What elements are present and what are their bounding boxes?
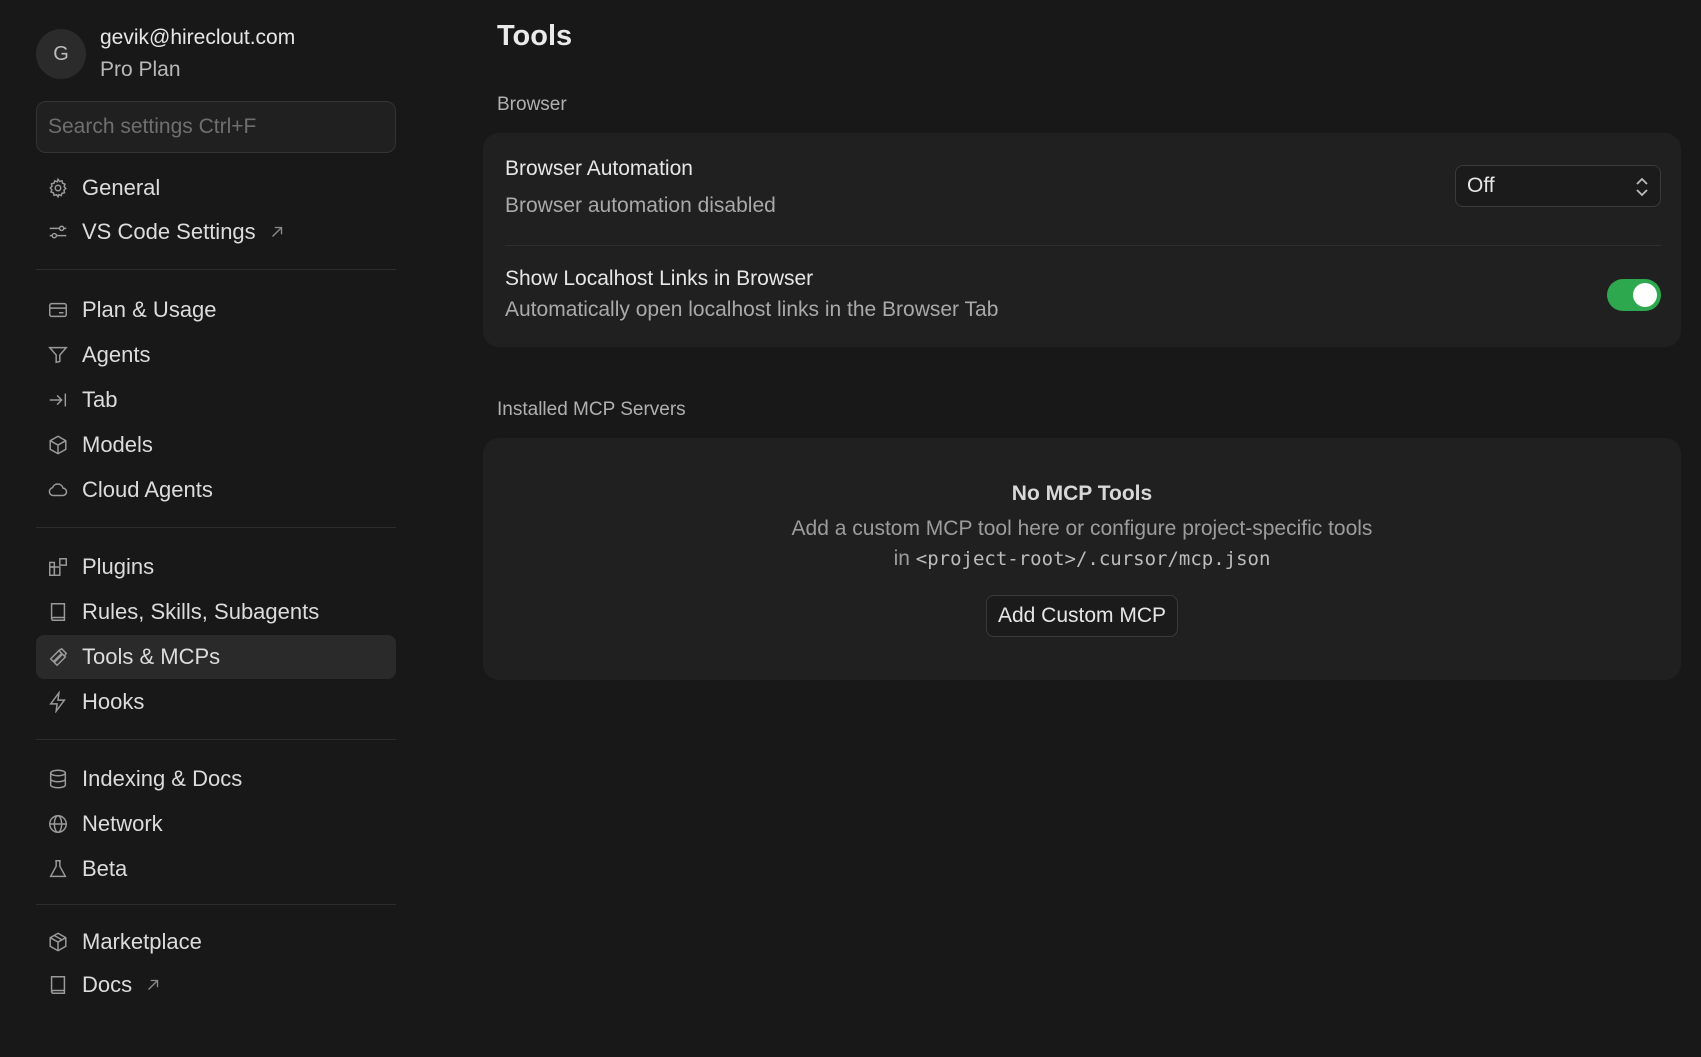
browser-automation-desc: Browser automation disabled xyxy=(505,194,776,217)
sidebar-divider xyxy=(36,739,396,740)
sidebar-item-beta[interactable]: Beta xyxy=(36,847,396,891)
puzzle-icon xyxy=(46,555,70,579)
globe-icon xyxy=(46,812,70,836)
external-link-icon xyxy=(268,223,286,241)
localhost-links-toggle[interactable] xyxy=(1607,279,1661,311)
sidebar-item-cloud-agents[interactable]: Cloud Agents xyxy=(36,468,396,512)
page-title: Tools xyxy=(497,20,573,52)
sidebar-item-label: Tools & MCPs xyxy=(82,644,221,669)
sidebar-divider xyxy=(36,269,396,270)
sidebar-divider xyxy=(36,904,396,905)
tab-arrow-icon xyxy=(46,388,70,412)
book-icon xyxy=(46,600,70,624)
database-icon xyxy=(46,767,70,791)
bolt-icon xyxy=(46,690,70,714)
avatar: G xyxy=(36,29,86,79)
sidebar-item-label: Models xyxy=(82,432,153,457)
flask-icon xyxy=(46,857,70,881)
sidebar-item-label: Plan & Usage xyxy=(82,297,217,322)
card-icon xyxy=(46,298,70,322)
sidebar-item-label: Rules, Skills, Subagents xyxy=(82,599,320,624)
account-info: gevik@hireclout.com Pro Plan xyxy=(100,22,295,86)
sidebar-item-label: Marketplace xyxy=(82,929,202,954)
sidebar-item-hooks[interactable]: Hooks xyxy=(36,680,396,724)
package-icon xyxy=(46,930,70,954)
mcp-servers-card: No MCP Tools Add a custom MCP tool here … xyxy=(483,438,1681,680)
sidebar-item-plugins[interactable]: Plugins xyxy=(36,545,396,589)
sidebar-item-rules-skills-subagents[interactable]: Rules, Skills, Subagents xyxy=(36,590,396,634)
sidebar-item-label: Agents xyxy=(82,342,151,367)
toggle-knob xyxy=(1633,283,1657,307)
account-plan: Pro Plan xyxy=(100,58,181,81)
sidebar-item-label: Plugins xyxy=(82,554,155,579)
sidebar-item-label: Docs xyxy=(82,972,133,997)
gear-icon xyxy=(46,176,70,200)
sidebar-item-label: Indexing & Docs xyxy=(82,766,243,791)
localhost-links-title: Show Localhost Links in Browser xyxy=(505,267,814,290)
sidebar-item-label: Beta xyxy=(82,856,128,881)
sidebar-item-label: Network xyxy=(82,811,163,836)
sidebar-item-plan-usage[interactable]: Plan & Usage xyxy=(36,288,396,332)
browser-settings-card: Browser Automation Browser automation di… xyxy=(483,133,1681,347)
empty-state-desc-line2: in <project-root>/.cursor/mcp.json xyxy=(483,544,1681,574)
browser-automation-value: Off xyxy=(1467,174,1495,197)
account-email: gevik@hireclout.com xyxy=(100,26,296,49)
book-icon xyxy=(46,973,70,997)
browser-automation-select[interactable]: Off xyxy=(1455,165,1661,207)
tools-icon xyxy=(46,645,70,669)
sidebar-item-label: Hooks xyxy=(82,689,145,714)
sidebar-item-general[interactable]: General xyxy=(36,166,396,210)
sidebar-item-models[interactable]: Models xyxy=(36,423,396,467)
sidebar-item-label: Tab xyxy=(82,387,118,412)
card-divider xyxy=(505,245,1661,246)
empty-state-desc-prefix: in xyxy=(893,547,910,570)
sidebar-item-vscode-settings[interactable]: VS Code Settings xyxy=(36,210,396,254)
cube-icon xyxy=(46,433,70,457)
sidebar-item-agents[interactable]: Agents xyxy=(36,333,396,377)
sidebar-item-label: VS Code Settings xyxy=(82,219,256,244)
browser-automation-title: Browser Automation xyxy=(505,157,693,180)
sidebar-item-label: General xyxy=(82,175,161,200)
search-input[interactable] xyxy=(36,101,396,153)
sidebar-item-tools-mcps[interactable]: Tools & MCPs xyxy=(36,635,396,679)
empty-state-desc-line1: Add a custom MCP tool here or configure … xyxy=(791,517,1373,540)
sidebar-item-tab[interactable]: Tab xyxy=(36,378,396,422)
sidebar-item-label: Cloud Agents xyxy=(82,477,213,502)
mcp-config-path: <project-root>/.cursor/mcp.json xyxy=(915,548,1271,570)
sliders-icon xyxy=(46,220,70,244)
sidebar-item-marketplace[interactable]: Marketplace xyxy=(36,920,396,964)
localhost-links-desc: Automatically open localhost links in th… xyxy=(505,298,999,321)
external-link-icon xyxy=(144,976,162,994)
sidebar-item-indexing-docs[interactable]: Indexing & Docs xyxy=(36,757,396,801)
sidebar: G gevik@hireclout.com Pro Plan General V… xyxy=(0,0,432,1057)
sidebar-divider xyxy=(36,527,396,528)
sidebar-item-network[interactable]: Network xyxy=(36,802,396,846)
section-label-browser: Browser xyxy=(497,94,567,115)
sidebar-item-docs[interactable]: Docs xyxy=(36,963,396,1007)
add-custom-mcp-button[interactable]: Add Custom MCP xyxy=(985,595,1179,637)
empty-state-title: No MCP Tools xyxy=(1011,482,1153,505)
account-header[interactable]: G gevik@hireclout.com Pro Plan xyxy=(36,22,295,86)
section-label-mcp: Installed MCP Servers xyxy=(497,399,686,420)
empty-state-desc: Add a custom MCP tool here or configure … xyxy=(483,514,1681,574)
cloud-icon xyxy=(46,478,70,502)
funnel-icon xyxy=(46,343,70,367)
chevron-updown-icon xyxy=(1632,175,1652,199)
